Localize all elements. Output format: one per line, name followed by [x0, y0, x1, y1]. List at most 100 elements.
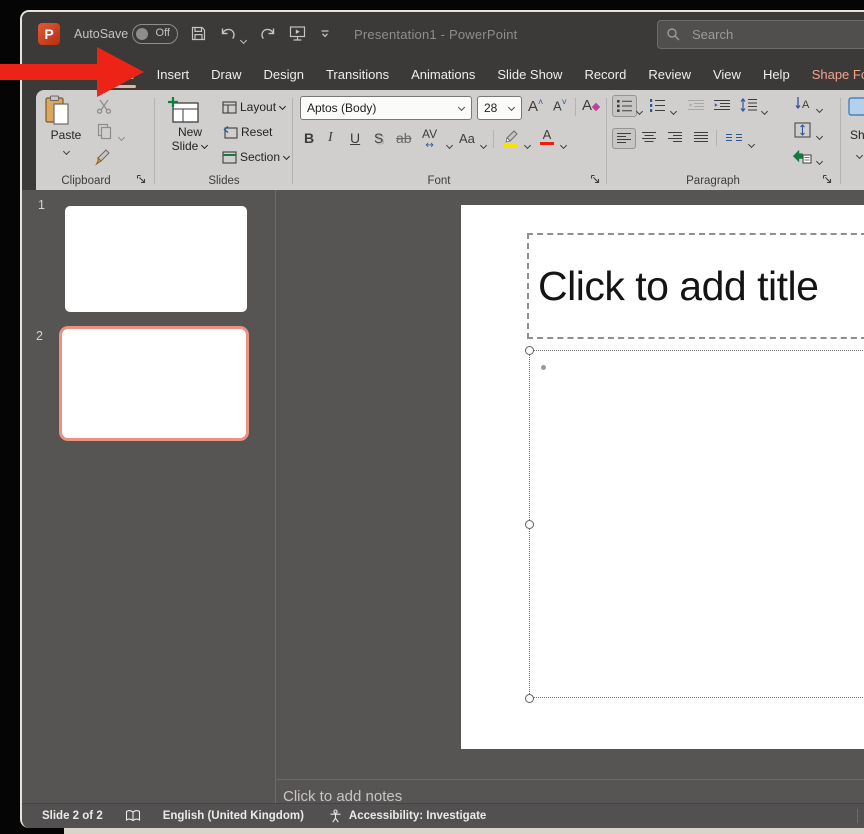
font-color-button[interactable]: A — [540, 128, 554, 145]
clear-formatting-glyph: A — [582, 97, 592, 114]
line-spacing-button[interactable] — [740, 98, 757, 112]
format-painter-icon[interactable] — [95, 148, 113, 166]
slide-2-thumbnail-selected[interactable] — [59, 326, 249, 441]
underline-button[interactable]: U — [350, 130, 360, 146]
align-text-chevron-icon[interactable] — [816, 127, 823, 145]
slide-2-number: 2 — [36, 329, 43, 343]
shrink-font-button[interactable]: A˅ — [553, 97, 567, 113]
font-group: Aptos (Body) 28 A˄ A˅ A B — [294, 90, 606, 190]
accessibility-icon[interactable] — [328, 809, 343, 824]
clear-formatting-button[interactable]: A — [582, 97, 599, 114]
decrease-indent-button[interactable] — [688, 100, 704, 111]
align-center-button[interactable] — [642, 132, 656, 143]
tab-record[interactable]: Record — [573, 60, 637, 89]
font-name-combo[interactable]: Aptos (Body) — [300, 96, 472, 120]
font-size-chevron-icon — [508, 105, 515, 111]
tab-draw[interactable]: Draw — [200, 60, 252, 89]
text-direction-button[interactable]: A — [794, 96, 810, 111]
convert-smartart-chevron-icon[interactable] — [816, 152, 823, 170]
tab-review[interactable]: Review — [637, 60, 702, 89]
change-case-chevron-icon[interactable] — [480, 136, 487, 154]
align-text-button[interactable] — [794, 122, 811, 138]
resize-handle-bottom-left[interactable] — [525, 694, 534, 703]
numbering-chevron-icon[interactable] — [670, 102, 677, 120]
font-color-glyph: A — [540, 128, 554, 141]
tab-help[interactable]: Help — [752, 60, 801, 89]
content-placeholder[interactable] — [529, 350, 864, 698]
status-bar: Slide 2 of 2 English (United Kingdom) Ac… — [22, 803, 864, 828]
copy-icon[interactable] — [97, 123, 112, 140]
search-input[interactable] — [690, 26, 844, 43]
increase-indent-button[interactable] — [714, 100, 730, 111]
screenshot-root: P AutoSave Off — [0, 0, 864, 834]
tab-shape-format[interactable]: Shape Format — [801, 60, 864, 89]
tab-design[interactable]: Design — [253, 60, 315, 89]
bold-button[interactable]: B — [304, 130, 314, 146]
columns-chevron-icon[interactable] — [748, 135, 755, 153]
tab-view[interactable]: View — [702, 60, 752, 89]
slide-1-thumbnail[interactable] — [65, 206, 247, 312]
italic-button[interactable]: I — [328, 130, 333, 146]
reset-button[interactable]: Reset — [222, 125, 272, 139]
align-left-button[interactable] — [612, 128, 636, 149]
layout-button[interactable]: Layout — [222, 100, 286, 114]
tab-insert[interactable]: Insert — [146, 60, 201, 89]
highlight-color-button[interactable] — [501, 128, 521, 148]
title-placeholder[interactable]: Click to add title — [527, 233, 864, 339]
search-box[interactable] — [657, 20, 864, 49]
shapes-icon[interactable] — [848, 97, 864, 123]
numbering-button[interactable] — [650, 99, 666, 112]
columns-button[interactable] — [726, 132, 742, 143]
shapes-label: Sha — [850, 128, 864, 142]
font-dialog-launcher-icon[interactable] — [590, 174, 602, 186]
font-size-combo[interactable]: 28 — [477, 96, 522, 120]
customize-qat-chevron-icon[interactable] — [319, 27, 331, 39]
tab-animations[interactable]: Animations — [400, 60, 486, 89]
notes-pane-divider[interactable] — [275, 779, 864, 780]
shapes-chevron-icon — [856, 146, 863, 164]
paste-chevron-icon — [63, 149, 70, 155]
thumbnail-panel-divider[interactable] — [275, 190, 276, 805]
resize-handle-top-left[interactable] — [525, 346, 534, 355]
bullets-button[interactable] — [612, 95, 637, 117]
bullets-chevron-icon[interactable] — [636, 102, 643, 120]
undo-dropdown-chevron-icon[interactable] — [240, 31, 247, 49]
undo-icon[interactable] — [219, 25, 237, 42]
paragraph-group-label: Paragraph — [608, 175, 818, 187]
spell-check-icon[interactable] — [125, 809, 141, 823]
align-right-button[interactable] — [668, 132, 682, 143]
new-slide-button[interactable]: New Slide — [166, 95, 214, 153]
redo-icon[interactable] — [259, 25, 277, 42]
text-shadow-button[interactable]: S — [374, 130, 383, 146]
font-color-chevron-icon[interactable] — [560, 136, 567, 154]
new-slide-chevron-icon — [201, 143, 208, 149]
accessibility-status[interactable]: Accessibility: Investigate — [349, 810, 486, 822]
copy-chevron-icon[interactable] — [118, 128, 125, 146]
strikethrough-button[interactable]: ab — [396, 130, 412, 146]
section-chevron-icon — [283, 154, 290, 160]
slide-indicator: Slide 2 of 2 — [42, 810, 103, 822]
highlight-color-chevron-icon[interactable] — [524, 136, 531, 154]
grow-font-button[interactable]: A˄ — [528, 97, 543, 115]
change-case-button[interactable]: Aa — [459, 131, 475, 146]
svg-text:A: A — [802, 99, 810, 111]
line-spacing-chevron-icon[interactable] — [761, 102, 768, 120]
title-placeholder-text: Click to add title — [538, 263, 818, 310]
ribbon: Paste — [36, 90, 864, 190]
paragraph-dialog-launcher-icon[interactable] — [822, 174, 834, 186]
character-spacing-chevron-icon[interactable] — [446, 136, 453, 154]
tab-transitions[interactable]: Transitions — [315, 60, 400, 89]
character-spacing-button[interactable]: AV ↔ — [422, 128, 437, 151]
tab-slide-show[interactable]: Slide Show — [486, 60, 573, 89]
justify-button[interactable] — [694, 132, 708, 143]
save-icon[interactable] — [190, 25, 207, 42]
convert-smartart-button[interactable] — [792, 148, 812, 164]
text-direction-chevron-icon[interactable] — [816, 100, 823, 118]
section-button[interactable]: Section — [222, 150, 290, 164]
language-indicator[interactable]: English (United Kingdom) — [163, 810, 304, 822]
resize-handle-middle-left[interactable] — [525, 520, 534, 529]
workspace: 1 2 Click to add title Click to add note… — [22, 190, 864, 805]
font-name-value: Aptos (Body) — [307, 101, 376, 115]
start-slideshow-icon[interactable] — [288, 24, 307, 43]
clipboard-dialog-launcher-icon[interactable] — [136, 174, 148, 186]
